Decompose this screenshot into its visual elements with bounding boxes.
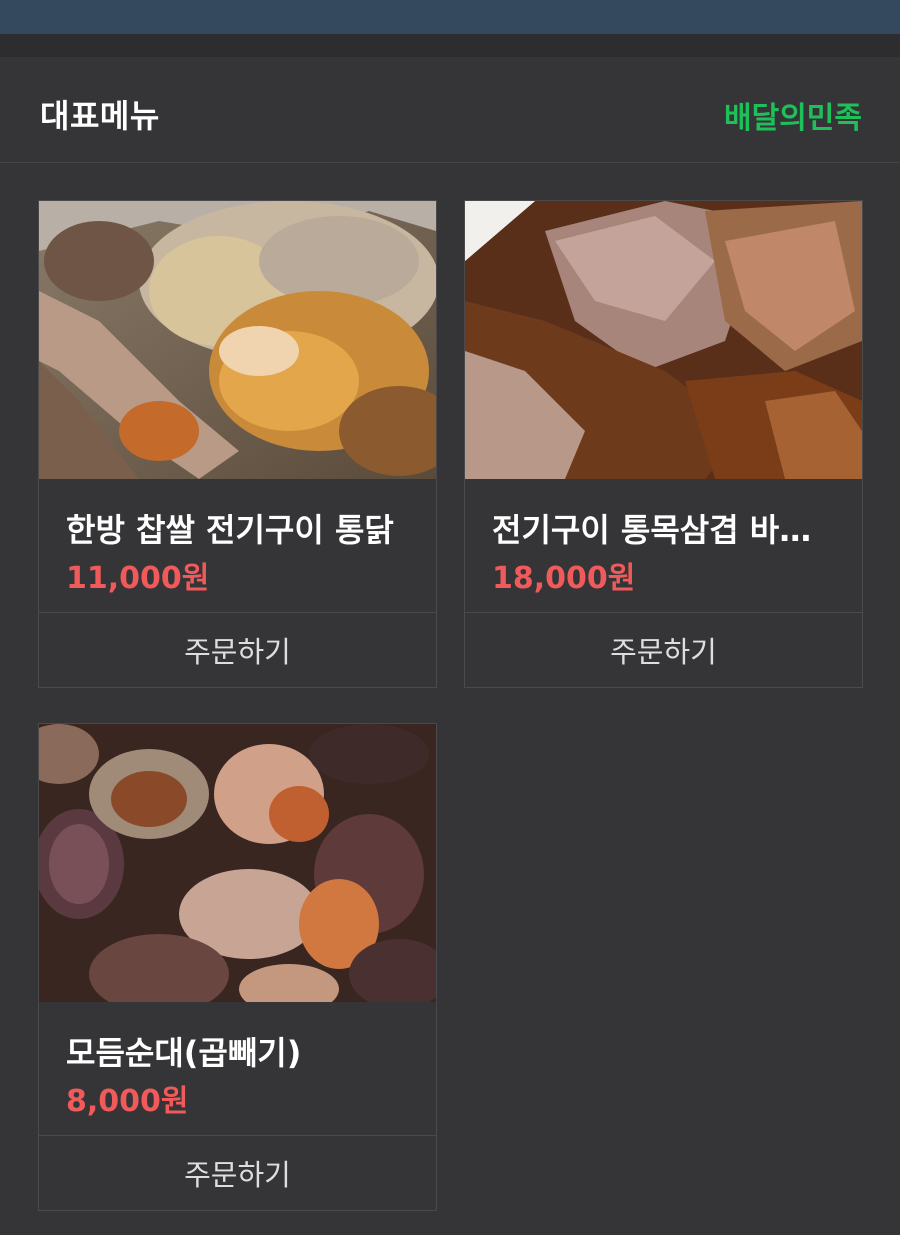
menu-item-image xyxy=(465,201,862,479)
order-button[interactable]: 주문하기 xyxy=(39,613,436,687)
menu-item-name: 전기구이 통목삼겹 바베큐 xyxy=(492,511,837,549)
baemin-link[interactable]: 배달의민족 xyxy=(724,93,862,137)
menu-item-info: 모듬순대(곱빼기) 8,000원 xyxy=(39,1002,436,1136)
roast-chicken-photo xyxy=(39,201,436,479)
menu-item-image xyxy=(39,201,436,479)
menu-item-name: 모듬순대(곱빼기) xyxy=(66,1034,302,1072)
menu-item-price: 18,000원 xyxy=(492,561,636,596)
roast-pork-belly-photo xyxy=(465,201,862,479)
menu-item-image xyxy=(39,724,436,1002)
order-button[interactable]: 주문하기 xyxy=(39,1136,436,1210)
top-app-bar xyxy=(0,0,900,34)
order-button[interactable]: 주문하기 xyxy=(465,613,862,687)
menu-card[interactable]: 한방 찹쌀 전기구이 통닭 11,000원 주문하기 xyxy=(38,200,437,688)
menu-card[interactable]: 전기구이 통목삼겹 바베큐 18,000원 주문하기 xyxy=(464,200,863,688)
menu-item-info: 한방 찹쌀 전기구이 통닭 11,000원 xyxy=(39,479,436,613)
menu-item-info: 전기구이 통목삼겹 바베큐 18,000원 xyxy=(465,479,862,613)
menu-card[interactable]: 모듬순대(곱빼기) 8,000원 주문하기 xyxy=(38,723,437,1211)
section-header: 대표메뉴 배달의민족 xyxy=(0,57,900,163)
menu-item-name: 한방 찹쌀 전기구이 통닭 xyxy=(66,511,394,549)
section-title: 대표메뉴 xyxy=(40,97,160,135)
menu-item-price: 8,000원 xyxy=(66,1084,189,1119)
menu-item-price: 11,000원 xyxy=(66,561,210,596)
top-bar-divider xyxy=(0,34,900,57)
assorted-sundae-photo xyxy=(39,724,436,1002)
